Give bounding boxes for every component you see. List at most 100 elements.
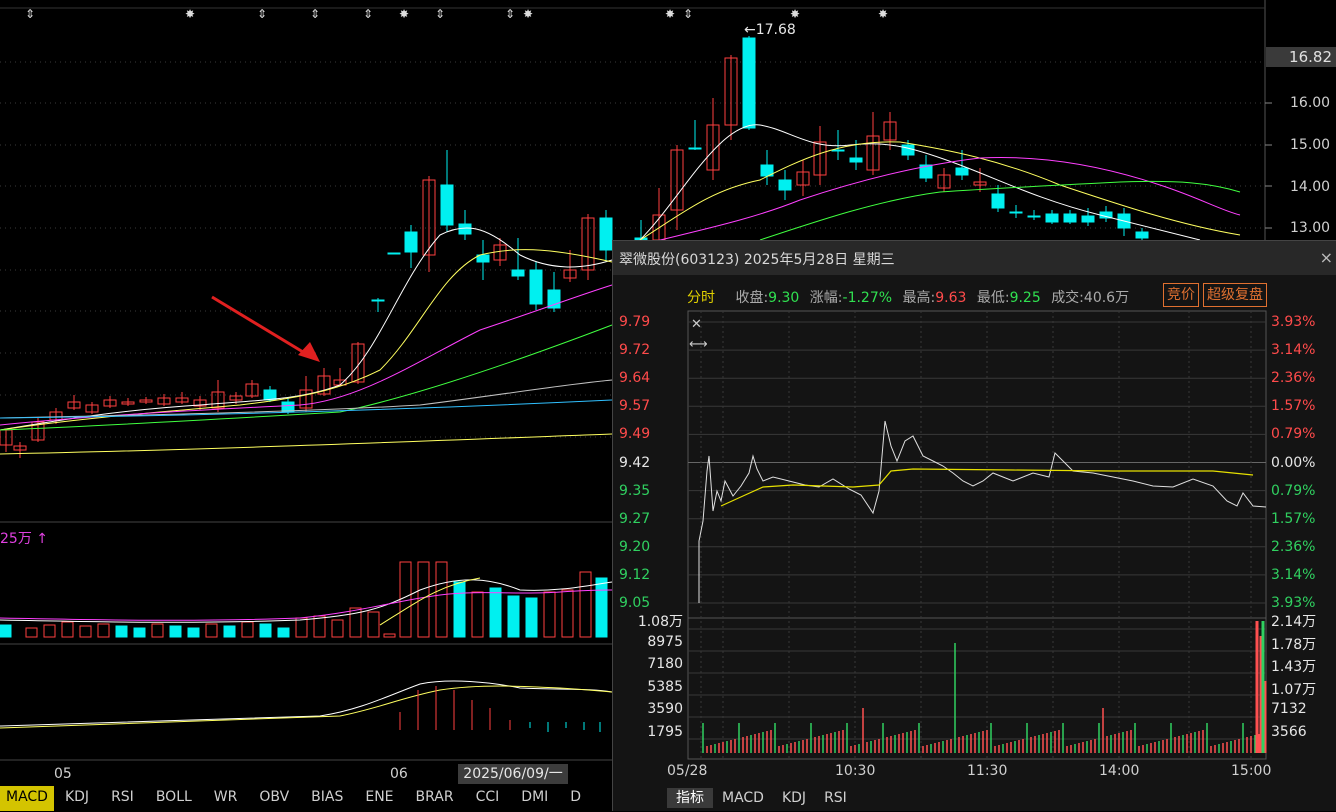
candle-down — [1027, 215, 1041, 218]
event-marker-icon: ✸ — [878, 7, 888, 21]
volume-bar — [453, 581, 466, 638]
candle-down — [778, 179, 792, 191]
percent-axis-label: 3.14% — [1271, 342, 1316, 359]
time-label: 05/28 — [667, 763, 708, 779]
volume-bar — [277, 627, 290, 638]
event-marker-icon: ⇕ — [363, 7, 373, 21]
price-axis-label: 9.72 — [619, 342, 651, 359]
time-label: 15:00 — [1231, 763, 1272, 779]
volume-bar — [0, 624, 12, 638]
percent-axis-label: 0.79% — [1271, 426, 1316, 443]
tab-kdj[interactable]: KDJ — [54, 786, 100, 811]
popup-indicator-tabs: 指标 MACD KDJ RSI — [667, 788, 856, 808]
tab-obv[interactable]: OBV — [248, 786, 300, 811]
date-label: 05 — [54, 766, 72, 782]
max-price-label: ←17.68 — [744, 22, 796, 38]
volume-indicator-label: 25万 ↑ — [0, 531, 48, 547]
candle-down — [511, 269, 525, 277]
percent-axis-label: 2.36% — [1271, 370, 1316, 387]
time-label: 10:30 — [835, 763, 876, 779]
price-axis-label: 9.20 — [619, 538, 651, 555]
candle-down — [849, 157, 863, 163]
price-tick: 13.00 — [1290, 220, 1331, 236]
tab-wr[interactable]: WR — [203, 786, 249, 811]
candle-down — [742, 37, 756, 129]
percent-axis-label: 0.79% — [1271, 482, 1316, 499]
intraday-chart[interactable]: ✕⟷ — [613, 241, 1336, 812]
price-axis-label: 9.49 — [619, 426, 651, 443]
resize-arrow-icon: ⟷ — [689, 337, 708, 352]
tab-d[interactable]: D — [559, 786, 592, 811]
candle-down — [991, 193, 1005, 209]
percent-axis-label: 3.93% — [1271, 314, 1316, 330]
tab-cci[interactable]: CCI — [465, 786, 511, 811]
volume-axis-label: 7132 — [1271, 701, 1307, 717]
tab-popup-kdj[interactable]: KDJ — [773, 788, 815, 808]
tab-brar[interactable]: BRAR — [405, 786, 465, 811]
price-axis-label: 9.12 — [619, 566, 651, 583]
event-marker-icon: ✸ — [523, 7, 533, 21]
tab-boll[interactable]: BOLL — [145, 786, 203, 811]
volume-bar — [383, 633, 396, 638]
macd-dif-line — [0, 680, 613, 727]
tab-indicator[interactable]: 指标 — [667, 788, 713, 808]
price-axis-label: 9.64 — [619, 370, 651, 387]
price-axis-label: 9.35 — [619, 482, 651, 499]
candle-down — [529, 269, 543, 305]
tab-rsi[interactable]: RSI — [100, 786, 145, 811]
macd-dea-line — [0, 685, 613, 729]
price-axis-label: 9.05 — [619, 595, 651, 611]
tab-popup-macd[interactable]: MACD — [713, 788, 773, 808]
tab-bias[interactable]: BIAS — [300, 786, 354, 811]
event-marker-icon: ✸ — [665, 7, 675, 21]
price-axis-label: 9.79 — [619, 314, 651, 330]
volume-axis-label: 1795 — [647, 723, 683, 740]
event-marker-icon: ⇕ — [257, 7, 267, 21]
event-marker-icon: ✸ — [790, 7, 800, 21]
tab-popup-rsi[interactable]: RSI — [815, 788, 856, 808]
volume-bar — [313, 615, 326, 638]
event-marker-icon: ⇕ — [435, 7, 445, 21]
price-tick: 14.00 — [1290, 179, 1331, 195]
tab-macd[interactable]: MACD — [0, 786, 54, 811]
candle-down — [263, 389, 277, 401]
arrow-head-icon — [298, 342, 320, 362]
event-marker-icon: ⇕ — [25, 7, 35, 21]
candle-down — [901, 144, 915, 156]
volume-axis-label: 1.07万 — [1271, 681, 1317, 698]
volume-bar — [25, 627, 38, 638]
event-marker-icon: ⇕ — [310, 7, 320, 21]
price-axis-label: 9.42 — [619, 454, 651, 471]
candle-down — [1135, 231, 1149, 239]
volume-bar — [507, 595, 520, 638]
volume-bar — [435, 561, 448, 638]
volume-bar — [187, 627, 200, 638]
candle-down — [1009, 211, 1023, 214]
time-label: 14:00 — [1099, 763, 1140, 779]
volume-axis-label: 3590 — [647, 701, 683, 717]
price-tick: 15.00 — [1290, 137, 1331, 153]
candle-down — [1045, 213, 1059, 223]
percent-axis-label: 0.00% — [1271, 454, 1316, 471]
volume-ma-line — [0, 579, 613, 623]
volume-axis-label: 1.08万 — [637, 614, 683, 630]
tab-ene[interactable]: ENE — [354, 786, 404, 811]
percent-axis-label: 1.57% — [1271, 398, 1316, 415]
date-label: 06 — [390, 766, 408, 782]
event-marker-icon: ⇕ — [505, 7, 515, 21]
candle-down — [458, 223, 472, 235]
candle-down — [1063, 213, 1077, 223]
annotation-arrow — [211, 295, 309, 357]
max-price-value: 17.68 — [755, 22, 796, 38]
intraday-popup: 翠微股份(603123) 2025年5月28日 星期三 × 分时 收盘:9.30… — [612, 240, 1336, 811]
volume-bar — [43, 624, 56, 638]
volume-bar — [169, 625, 182, 638]
current-price-label: 16.82 — [1266, 47, 1336, 67]
volume-bar — [525, 597, 538, 638]
date-cursor-label: 2025/06/09/一 — [458, 764, 568, 784]
volume-bar — [331, 619, 344, 638]
event-marker-icon: ✸ — [185, 7, 195, 21]
volume-axis-label: 1.43万 — [1271, 659, 1317, 675]
tab-dmi[interactable]: DMI — [510, 786, 559, 811]
volume-bar — [61, 621, 74, 638]
